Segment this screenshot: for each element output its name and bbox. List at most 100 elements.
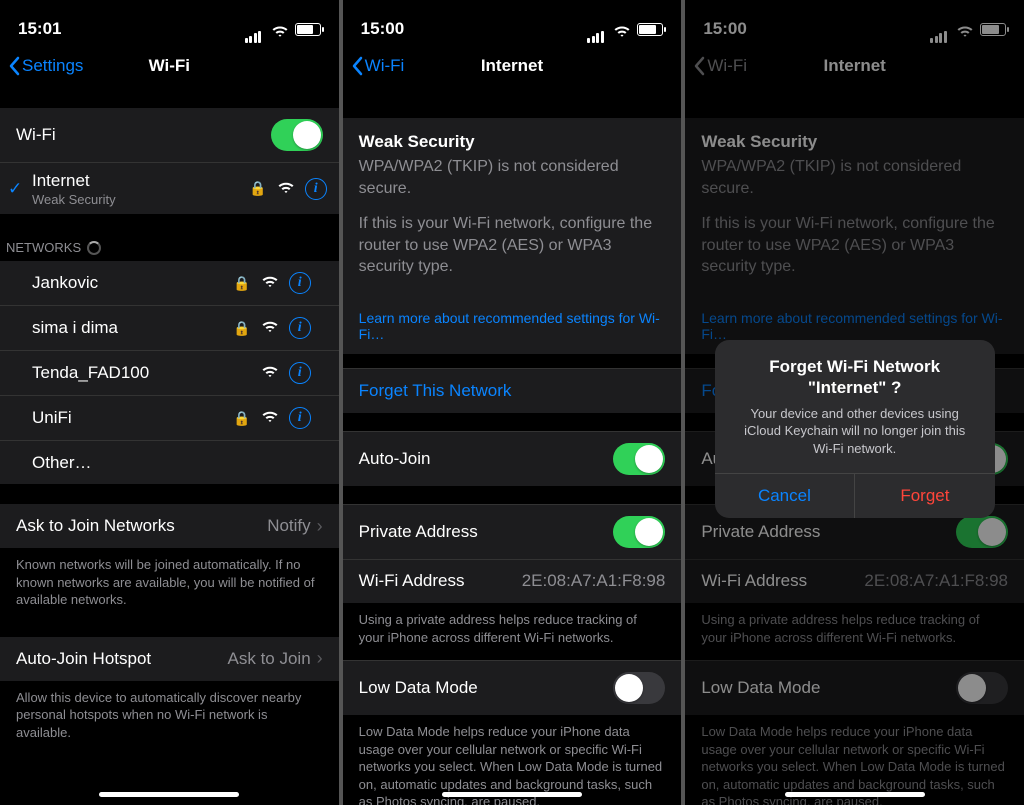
chevron-right-icon: › (317, 516, 323, 537)
nav-bar: Settings Wi-Fi (0, 44, 339, 88)
low-data-label: Low Data Mode (701, 678, 956, 698)
ask-value: Notify (267, 516, 310, 536)
wifi-address-label: Wi-Fi Address (701, 571, 864, 591)
wifi-toggle[interactable] (271, 119, 323, 151)
battery-icon (980, 23, 1006, 36)
battery-icon (637, 23, 663, 36)
network-name: UniFi (32, 408, 233, 428)
security-line1: WPA/WPA2 (TKIP) is not considered secure… (359, 156, 666, 199)
forget-network-button[interactable]: Forget This Network (343, 368, 682, 413)
nav-bar: Wi-Fi Internet (685, 44, 1024, 88)
network-row[interactable]: sima i dima 🔒 i (0, 305, 339, 350)
alert-message: Your device and other devices using iClo… (715, 399, 995, 474)
network-row[interactable]: Jankovic 🔒 i (0, 261, 339, 305)
battery-icon (295, 23, 321, 36)
connected-name: Internet (32, 171, 249, 191)
info-icon[interactable]: i (289, 272, 311, 294)
screen-wifi-list: 15:01 Settings Wi-Fi Wi-Fi ✓ Internet We… (0, 0, 339, 805)
security-line1: WPA/WPA2 (TKIP) is not considered secure… (701, 156, 1008, 199)
cellular-icon (930, 23, 950, 35)
low-data-row[interactable]: Low Data Mode (685, 660, 1024, 715)
network-name: Other… (32, 453, 323, 473)
wifi-strength-icon (261, 408, 279, 428)
alert-forget-button[interactable]: Forget (855, 474, 995, 518)
auto-join-row[interactable]: Auto-Join (343, 431, 682, 486)
low-data-toggle[interactable] (956, 672, 1008, 704)
status-time: 15:01 (18, 19, 245, 39)
wifi-icon (271, 22, 289, 36)
lock-icon: 🔒 (233, 320, 250, 337)
autojoin-toggle[interactable] (613, 443, 665, 475)
weak-security-block: Weak Security WPA/WPA2 (TKIP) is not con… (343, 118, 682, 306)
info-icon[interactable]: i (289, 362, 311, 384)
wifi-address-row: Wi-Fi Address 2E:08:A7:A1:F8:98 (343, 559, 682, 603)
wifi-address-value: 2E:08:A7:A1:F8:98 (522, 571, 666, 591)
wifi-strength-icon (277, 179, 295, 199)
lock-icon: 🔒 (249, 180, 266, 197)
network-name: Jankovic (32, 273, 233, 293)
status-bar: 15:01 (0, 0, 339, 44)
network-name: sima i dima (32, 318, 233, 338)
cellular-icon (245, 23, 265, 35)
wifi-address-label: Wi-Fi Address (359, 571, 522, 591)
private-address-footer: Using a private address helps reduce tra… (343, 603, 682, 654)
home-indicator[interactable] (442, 792, 582, 797)
info-icon[interactable]: i (305, 178, 327, 200)
connected-note: Weak Security (32, 192, 249, 207)
home-indicator[interactable] (785, 792, 925, 797)
auto-join-hotspot-row[interactable]: Auto-Join Hotspot Ask to Join › (0, 637, 339, 681)
status-bar: 15:00 (343, 0, 682, 44)
screen-network-detail: 15:00 Wi-Fi Internet Weak Security WPA/W… (343, 0, 682, 805)
private-address-footer: Using a private address helps reduce tra… (685, 603, 1024, 654)
ask-to-join-row[interactable]: Ask to Join Networks Notify › (0, 504, 339, 548)
wifi-address-value: 2E:08:A7:A1:F8:98 (864, 571, 1008, 591)
autojoin-label: Auto-Join (359, 449, 614, 469)
chevron-right-icon: › (317, 648, 323, 669)
wifi-toggle-label: Wi-Fi (16, 125, 271, 145)
nav-title: Internet (351, 56, 674, 76)
security-title: Weak Security (701, 132, 1008, 152)
private-address-toggle[interactable] (956, 516, 1008, 548)
ask-footer: Known networks will be joined automatica… (0, 548, 339, 617)
spinner-icon (87, 241, 101, 255)
forget-alert: Forget Wi-Fi Network "Internet" ? Your d… (715, 340, 995, 518)
network-name: Tenda_FAD100 (32, 363, 261, 383)
status-bar: 15:00 (685, 0, 1024, 44)
low-data-label: Low Data Mode (359, 678, 614, 698)
alert-cancel-button[interactable]: Cancel (715, 474, 856, 518)
alert-title: Forget Wi-Fi Network "Internet" ? (715, 340, 995, 399)
private-address-toggle[interactable] (613, 516, 665, 548)
lock-icon: 🔒 (233, 275, 250, 292)
network-row[interactable]: UniFi 🔒 i (0, 395, 339, 440)
private-address-label: Private Address (701, 522, 956, 542)
ask-label: Ask to Join Networks (16, 516, 267, 536)
checkmark-icon: ✓ (8, 179, 22, 199)
wifi-icon (613, 22, 631, 36)
screen-forget-alert: 15:00 Wi-Fi Internet Weak Security WPA/W… (685, 0, 1024, 805)
learn-more-link[interactable]: Learn more about recommended settings fo… (343, 306, 682, 354)
hotspot-footer: Allow this device to automatically disco… (0, 681, 339, 750)
info-icon[interactable]: i (289, 317, 311, 339)
private-address-label: Private Address (359, 522, 614, 542)
nav-title: Wi-Fi (8, 56, 331, 76)
cellular-icon (587, 23, 607, 35)
network-row[interactable]: Tenda_FAD100 i (0, 350, 339, 395)
info-icon[interactable]: i (289, 407, 311, 429)
home-indicator[interactable] (99, 792, 239, 797)
security-line2: If this is your Wi-Fi network, configure… (701, 213, 1008, 278)
wifi-toggle-row[interactable]: Wi-Fi (0, 108, 339, 162)
wifi-strength-icon (261, 273, 279, 293)
hotspot-value: Ask to Join (228, 649, 311, 669)
status-time: 15:00 (703, 19, 930, 39)
security-line2: If this is your Wi-Fi network, configure… (359, 213, 666, 278)
nav-title: Internet (693, 56, 1016, 76)
networks-header: NETWORKS (0, 234, 339, 261)
hotspot-label: Auto-Join Hotspot (16, 649, 228, 669)
connected-network-row[interactable]: ✓ Internet Weak Security 🔒 i (0, 162, 339, 214)
private-address-row[interactable]: Private Address (343, 504, 682, 559)
nav-bar: Wi-Fi Internet (343, 44, 682, 88)
network-row[interactable]: Other… (0, 440, 339, 484)
low-data-row[interactable]: Low Data Mode (343, 660, 682, 715)
low-data-toggle[interactable] (613, 672, 665, 704)
lock-icon: 🔒 (233, 410, 250, 427)
